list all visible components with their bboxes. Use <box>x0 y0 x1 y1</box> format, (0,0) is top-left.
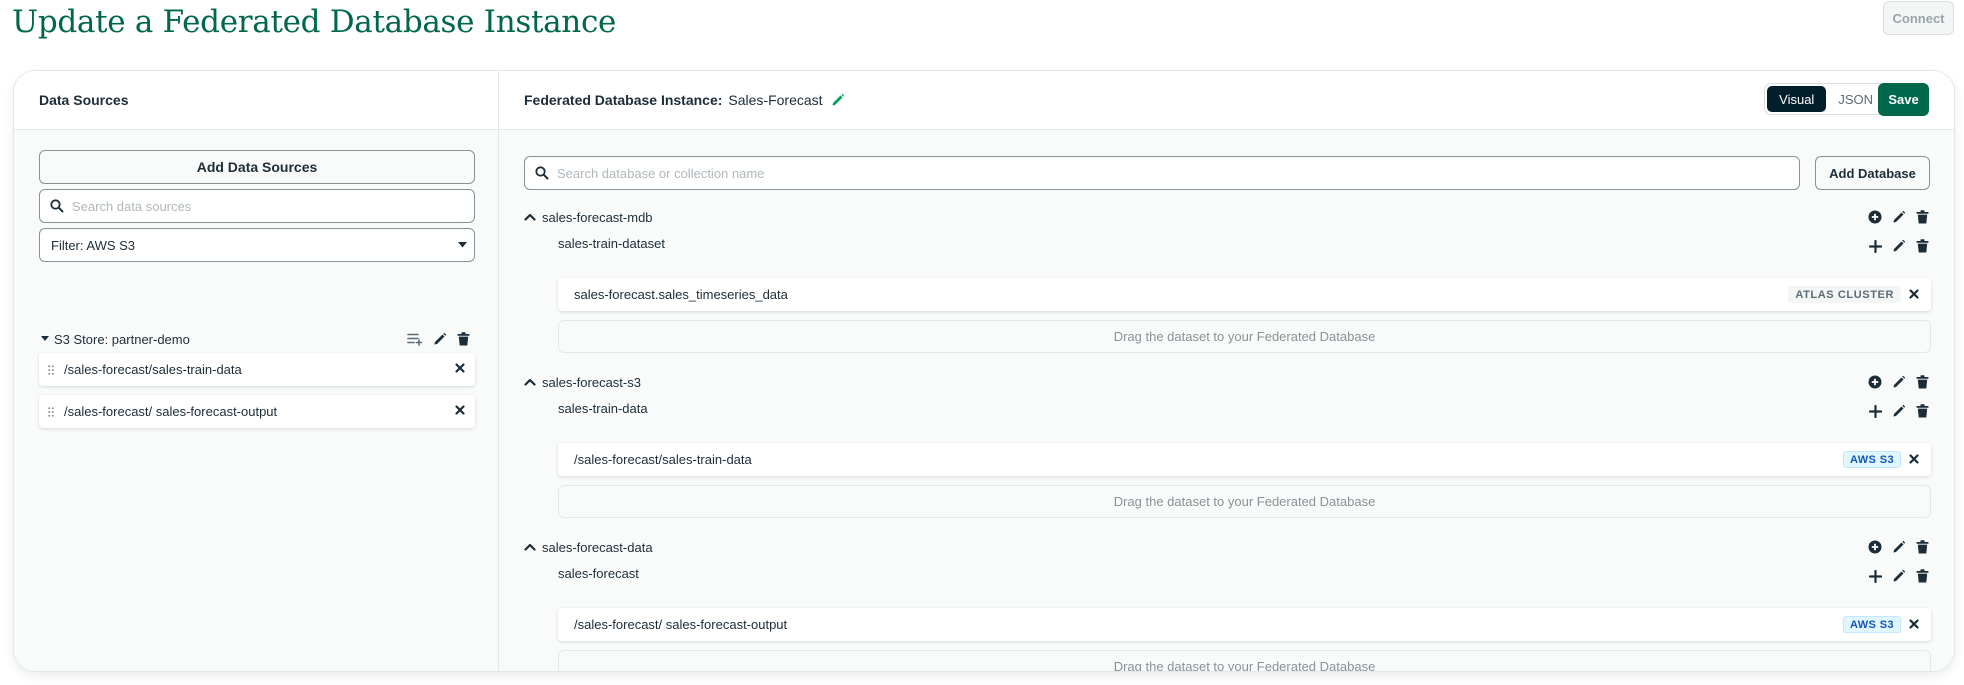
edit-pencil-icon[interactable] <box>1892 210 1906 224</box>
caret-down-icon <box>458 242 467 248</box>
data-source-path: /sales-forecast/sales-train-data <box>64 362 242 377</box>
aws-s3-badge: AWS S3 <box>1843 451 1901 468</box>
add-circle-icon[interactable] <box>1868 540 1882 554</box>
collection-row[interactable]: sales-train-data <box>558 396 1931 420</box>
dataset-name: /sales-forecast/sales-train-data <box>574 452 752 467</box>
trash-icon[interactable] <box>1916 569 1929 583</box>
data-sources-search[interactable] <box>39 189 475 223</box>
data-source-item[interactable]: /sales-forecast/sales-train-data <box>39 353 475 386</box>
data-source-path: /sales-forecast/ sales-forecast-output <box>64 404 278 419</box>
edit-pencil-icon[interactable] <box>433 332 447 346</box>
search-icon <box>50 199 64 213</box>
save-button[interactable]: Save <box>1878 83 1929 116</box>
dataset-item[interactable]: /sales-forecast/sales-train-data AWS S3 <box>558 443 1931 476</box>
drag-handle-icon[interactable] <box>48 406 54 417</box>
edit-pencil-icon[interactable] <box>1892 404 1906 418</box>
page-title: Update a Federated Database Instance <box>12 4 617 40</box>
aws-s3-badge: AWS S3 <box>1843 616 1901 633</box>
search-icon <box>535 166 549 180</box>
collection-row[interactable]: sales-forecast <box>558 561 1931 585</box>
remove-x-icon[interactable] <box>455 405 465 415</box>
database-row[interactable]: sales-forecast-mdb <box>524 205 1931 229</box>
remove-x-icon[interactable] <box>1909 289 1919 299</box>
remove-x-icon[interactable] <box>455 363 465 373</box>
dataset-item[interactable]: sales-forecast.sales_timeseries_data ATL… <box>558 278 1931 311</box>
database-name: sales-forecast-mdb <box>542 209 653 225</box>
trash-icon[interactable] <box>1916 375 1929 389</box>
database-search[interactable] <box>524 156 1800 190</box>
instance-label: Federated Database Instance: <box>524 92 723 108</box>
edit-pencil-icon[interactable] <box>1892 569 1906 583</box>
drop-zone[interactable]: Drag the dataset to your Federated Datab… <box>558 320 1931 353</box>
trash-icon[interactable] <box>1916 540 1929 554</box>
data-sources-panel: Data Sources Add Data Sources Filter: AW… <box>14 71 499 671</box>
plus-icon[interactable] <box>1869 569 1882 583</box>
add-circle-icon[interactable] <box>1868 375 1882 389</box>
database-row[interactable]: sales-forecast-s3 <box>524 370 1931 394</box>
add-list-icon[interactable] <box>407 332 423 346</box>
atlas-cluster-badge: ATLAS CLUSTER <box>1788 286 1901 303</box>
collection-name: sales-forecast <box>558 565 639 581</box>
view-toggle[interactable]: Visual JSON <box>1764 83 1888 115</box>
remove-x-icon[interactable] <box>1909 454 1919 464</box>
federated-db-editor: Data Sources Add Data Sources Filter: AW… <box>13 70 1955 672</box>
edit-pencil-icon[interactable] <box>1892 540 1906 554</box>
database-row[interactable]: sales-forecast-data <box>524 535 1931 559</box>
dataset-name: sales-forecast.sales_timeseries_data <box>574 287 788 302</box>
collection-row[interactable]: sales-train-dataset <box>558 231 1931 255</box>
trash-icon[interactable] <box>1916 239 1929 253</box>
database-name: sales-forecast-data <box>542 539 653 555</box>
filter-select-value: Filter: AWS S3 <box>51 237 136 253</box>
connect-button[interactable]: Connect <box>1883 1 1954 35</box>
chevron-up-icon[interactable] <box>524 213 536 221</box>
data-sources-search-input[interactable] <box>72 198 454 214</box>
federated-instance-panel: Federated Database Instance: Sales-Forec… <box>499 71 1954 671</box>
trash-icon[interactable] <box>1916 404 1929 418</box>
add-database-button[interactable]: Add Database <box>1815 156 1930 190</box>
drag-handle-icon[interactable] <box>48 364 54 375</box>
edit-pencil-icon[interactable] <box>1892 375 1906 389</box>
filter-select[interactable]: Filter: AWS S3 <box>39 228 475 262</box>
plus-icon[interactable] <box>1869 239 1882 253</box>
data-sources-title: Data Sources <box>39 92 129 108</box>
caret-down-icon[interactable] <box>41 336 49 342</box>
remove-x-icon[interactable] <box>1909 619 1919 629</box>
collection-name: sales-train-dataset <box>558 235 665 251</box>
database-name: sales-forecast-s3 <box>542 374 641 390</box>
add-data-sources-button[interactable]: Add Data Sources <box>39 150 475 184</box>
plus-icon[interactable] <box>1869 404 1882 418</box>
dataset-name: /sales-forecast/ sales-forecast-output <box>574 617 788 632</box>
edit-pencil-icon[interactable] <box>1892 239 1906 253</box>
data-source-item[interactable]: /sales-forecast/ sales-forecast-output <box>39 395 475 428</box>
chevron-up-icon[interactable] <box>524 543 536 551</box>
add-circle-icon[interactable] <box>1868 210 1882 224</box>
collection-name: sales-train-data <box>558 400 648 416</box>
drop-zone[interactable]: Drag the dataset to your Federated Datab… <box>558 485 1931 518</box>
trash-icon[interactable] <box>1916 210 1929 224</box>
edit-name-pencil-icon[interactable] <box>831 93 845 107</box>
drop-zone[interactable]: Drag the dataset to your Federated Datab… <box>558 650 1931 671</box>
dataset-item[interactable]: /sales-forecast/ sales-forecast-output A… <box>558 608 1931 641</box>
trash-icon[interactable] <box>457 332 470 346</box>
json-tab[interactable]: JSON <box>1826 86 1885 112</box>
s3-store-row[interactable]: S3 Store: partner-demo <box>41 327 475 351</box>
s3-store-name: S3 Store: partner-demo <box>54 331 190 347</box>
chevron-up-icon[interactable] <box>524 378 536 386</box>
instance-name: Sales-Forecast <box>728 92 823 108</box>
visual-tab[interactable]: Visual <box>1767 86 1827 112</box>
database-search-input[interactable] <box>557 165 1695 181</box>
